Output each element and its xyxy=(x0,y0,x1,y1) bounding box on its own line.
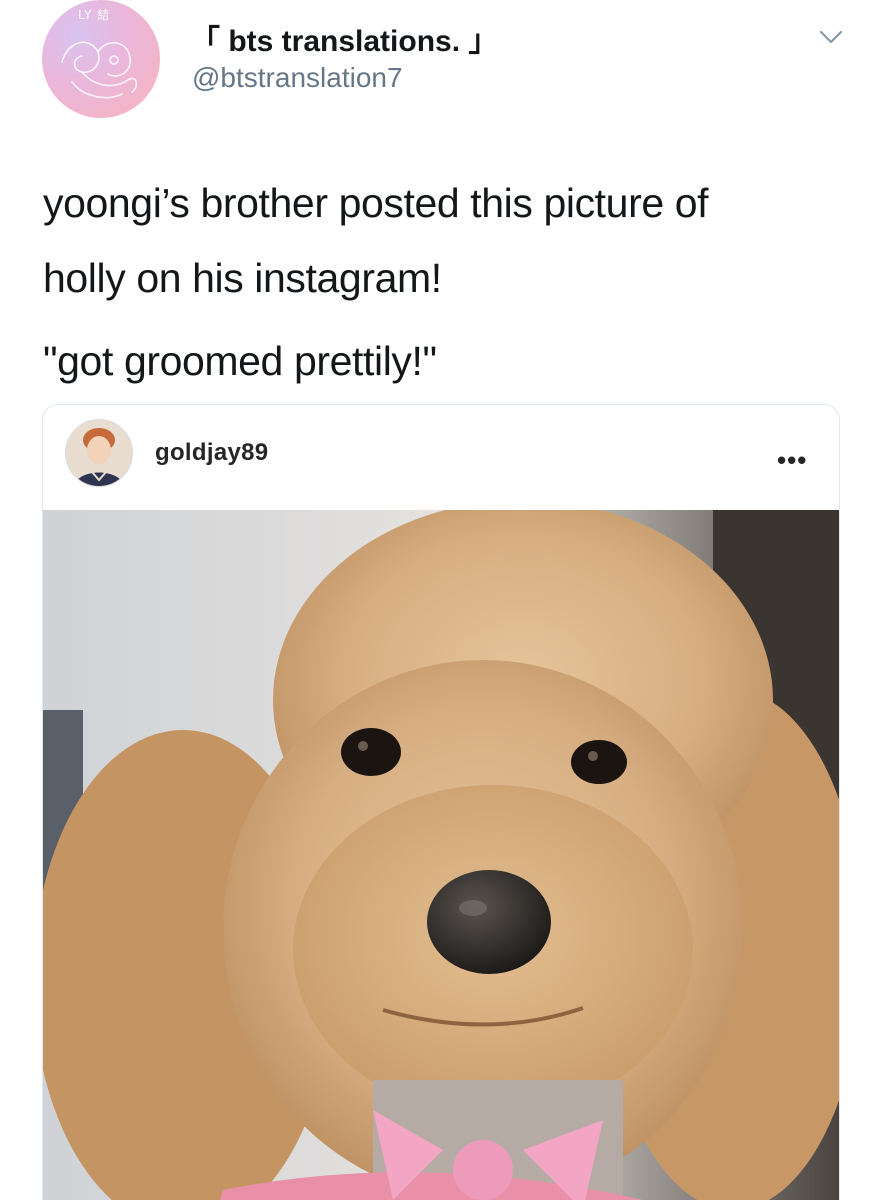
instagram-post-header: goldjay89 ••• xyxy=(43,405,839,511)
more-options-icon[interactable]: ••• xyxy=(777,445,807,476)
tweet-text-line: yoongi’s brother posted this picture of xyxy=(43,180,709,226)
tweet-text: yoongi’s brother posted this picture of … xyxy=(43,166,843,399)
instagram-embed-card[interactable]: goldjay89 ••• xyxy=(42,404,840,1200)
instagram-username[interactable]: goldjay89 xyxy=(155,439,268,467)
user-handle[interactable]: @btstranslation7 xyxy=(192,62,403,94)
instagram-avatar[interactable] xyxy=(65,419,133,487)
tweet-screen: LY 結 「 bts translations. 」 @btstranslati… xyxy=(0,0,882,1200)
instagram-post-photo[interactable] xyxy=(43,510,839,1200)
tweet-quote: "got groomed prettily!" xyxy=(43,338,437,384)
chevron-down-icon[interactable] xyxy=(818,28,844,46)
person-portrait-icon xyxy=(66,420,132,486)
tweet-text-line: holly on his instagram! xyxy=(43,255,442,301)
avatar-mark-text: LY 結 xyxy=(78,8,111,22)
display-name[interactable]: 「 bts translations. 」 xyxy=(190,16,498,60)
profile-avatar[interactable]: LY 結 xyxy=(42,0,160,118)
